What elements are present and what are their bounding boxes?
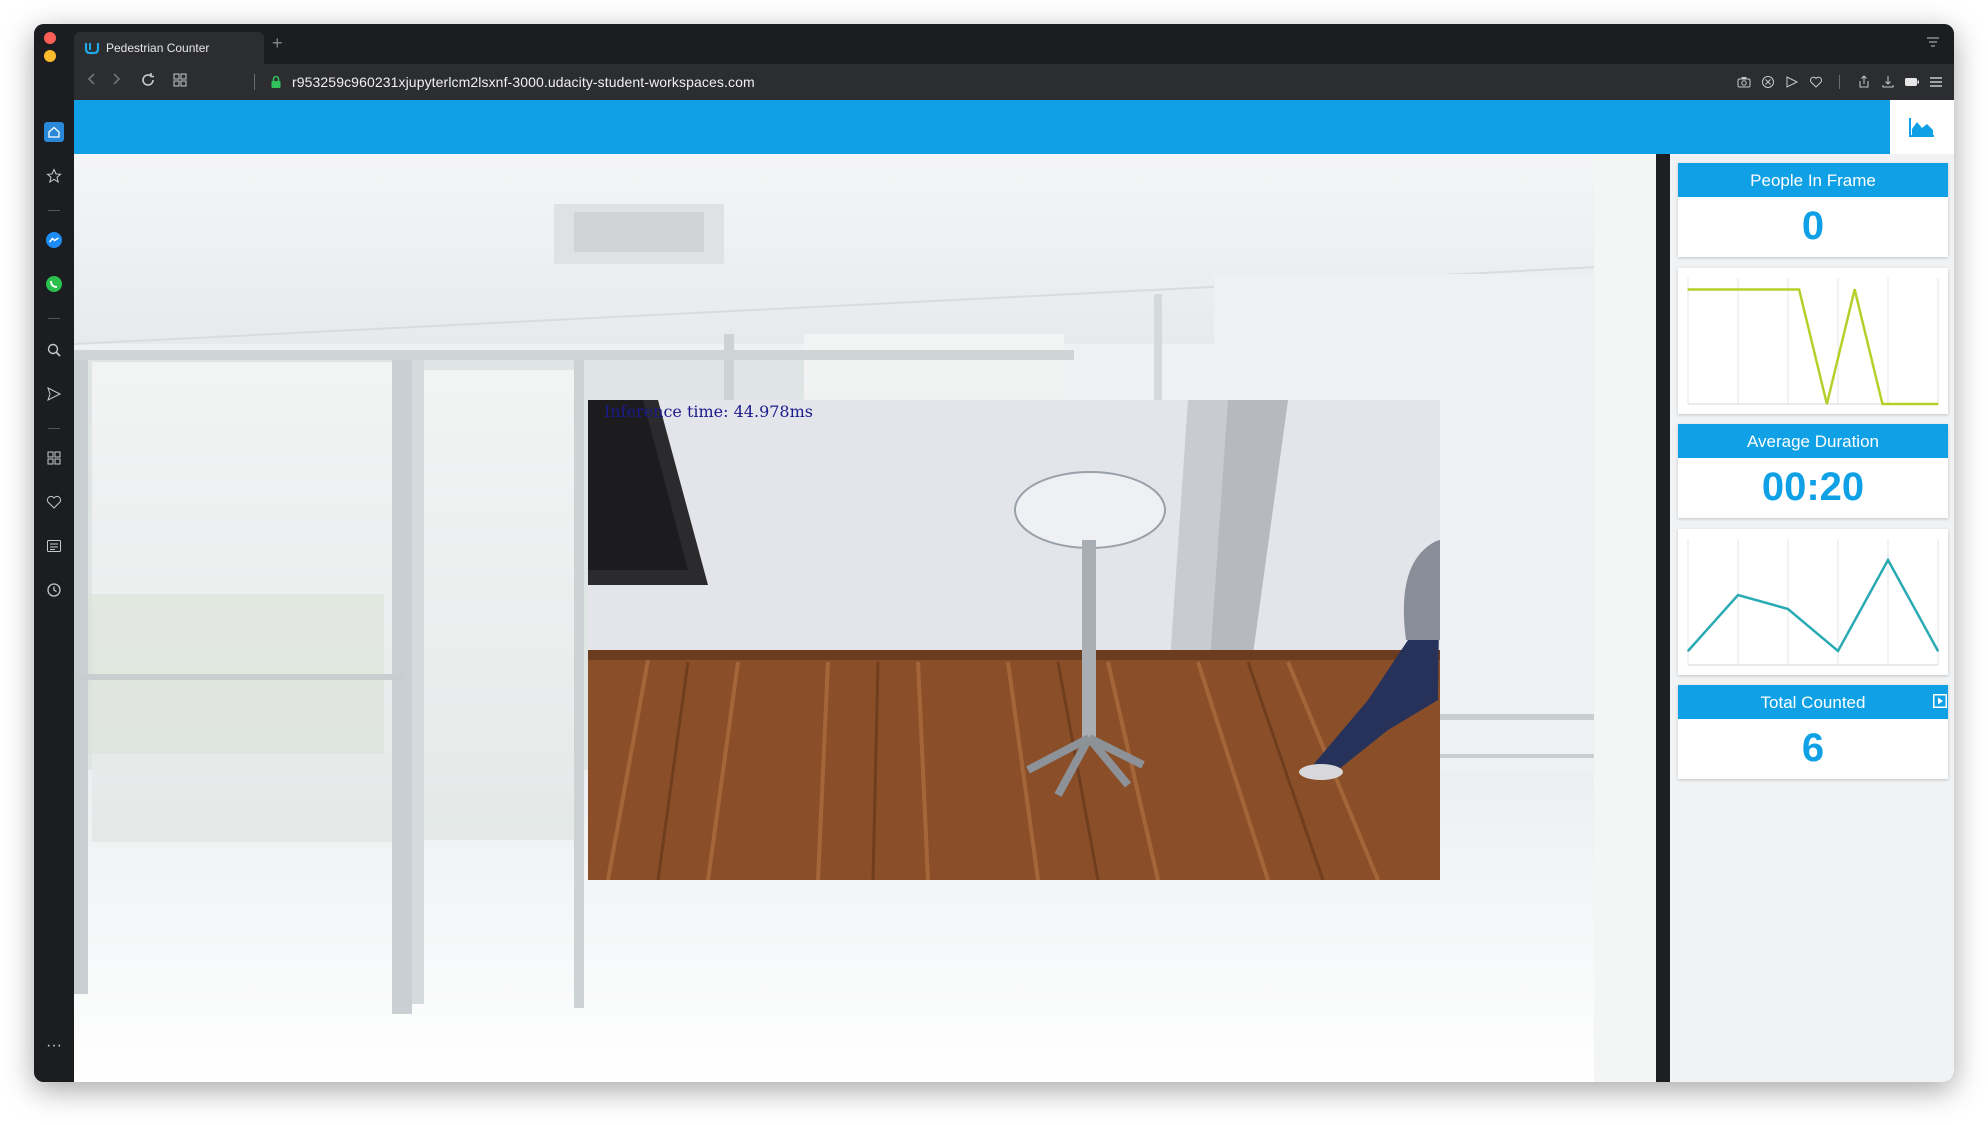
chart-data-point bbox=[1937, 403, 1939, 405]
chevron-right-icon bbox=[113, 73, 121, 85]
chevron-left-icon bbox=[87, 73, 95, 85]
app-header bbox=[74, 100, 1954, 154]
url-text[interactable]: r953259c960231xjupyterlcm2lsxnf-3000.uda… bbox=[292, 74, 755, 90]
average-duration-card: Average Duration 00:20 bbox=[1678, 424, 1948, 518]
tab-title: Pedestrian Counter bbox=[106, 41, 210, 55]
chart-data-point bbox=[1714, 288, 1717, 291]
browser-window: Pedestrian Counter + r953259c960231xjupy… bbox=[34, 24, 1954, 1082]
duration-chart bbox=[1678, 529, 1948, 675]
back-button[interactable] bbox=[82, 72, 102, 92]
stats-panel: People In Frame 0 Average Duration 00:20… bbox=[1670, 154, 1954, 1082]
address-bar: r953259c960231xjupyterlcm2lsxnf-3000.uda… bbox=[74, 64, 1954, 100]
block-icon[interactable] bbox=[1760, 74, 1776, 90]
udacity-logo-icon bbox=[84, 43, 100, 55]
people-chart bbox=[1678, 268, 1948, 414]
battery-icon[interactable] bbox=[1904, 74, 1920, 90]
page-content: Inference time: 44.978ms People In Frame… bbox=[74, 100, 1954, 1082]
camera-frame-image bbox=[588, 400, 1440, 881]
send-icon bbox=[47, 387, 62, 401]
chart-data-point bbox=[1787, 608, 1789, 610]
average-duration-value: 00:20 bbox=[1761, 465, 1865, 509]
duration-chart-svg bbox=[1687, 539, 1940, 666]
total-counted-card: Total Counted 6 bbox=[1678, 685, 1948, 779]
toolbar-right bbox=[1736, 74, 1944, 90]
grid-icon bbox=[173, 73, 187, 87]
sidebar-item-speed-dial[interactable] bbox=[44, 448, 64, 468]
share-icon[interactable] bbox=[1856, 74, 1872, 90]
chart-data-point bbox=[1909, 403, 1912, 405]
address-separator bbox=[254, 74, 255, 90]
chart-data-point bbox=[1770, 288, 1773, 291]
tab-menu-icon[interactable] bbox=[1926, 36, 1940, 48]
reload-button[interactable] bbox=[138, 72, 158, 92]
sidebar-item-flow[interactable] bbox=[44, 384, 64, 404]
sidebar-item-history[interactable] bbox=[44, 580, 64, 600]
menu-icon[interactable] bbox=[1928, 74, 1944, 90]
sidebar-item-news[interactable] bbox=[44, 536, 64, 556]
total-counted-header: Total Counted bbox=[1678, 685, 1948, 719]
browser-sidebar: ··· bbox=[34, 64, 74, 1082]
sidebar-more-button[interactable]: ··· bbox=[44, 1036, 64, 1056]
stats-toggle-button[interactable] bbox=[1890, 100, 1954, 154]
heart-icon[interactable] bbox=[1808, 74, 1824, 90]
camera-icon[interactable] bbox=[1736, 74, 1752, 90]
chart-data-point bbox=[1687, 288, 1689, 291]
inference-time-label: Inference time: 44.978ms bbox=[604, 402, 813, 421]
home-icon bbox=[48, 126, 60, 138]
messenger-icon bbox=[46, 232, 62, 248]
sidebar-divider bbox=[48, 210, 60, 211]
chart-data-point bbox=[1742, 288, 1745, 291]
sidebar-item-home[interactable] bbox=[44, 122, 64, 142]
chart-data-point bbox=[1687, 650, 1689, 652]
chart-data-point bbox=[1737, 594, 1739, 596]
chart-data-point bbox=[1837, 650, 1839, 652]
new-tab-button[interactable]: + bbox=[272, 34, 283, 52]
grid-icon bbox=[47, 451, 61, 465]
send-icon[interactable] bbox=[1784, 74, 1800, 90]
search-icon bbox=[47, 343, 61, 357]
chart-data-point bbox=[1887, 559, 1889, 561]
lock-icon bbox=[271, 75, 281, 88]
heart-icon bbox=[46, 495, 62, 509]
sidebar-item-search[interactable] bbox=[44, 340, 64, 360]
download-icon[interactable] bbox=[1880, 74, 1896, 90]
close-window-button[interactable] bbox=[44, 32, 56, 44]
chart-data-point bbox=[1826, 403, 1828, 405]
chart-series-line bbox=[1687, 557, 1940, 653]
history-icon bbox=[47, 583, 61, 597]
average-duration-label: Average Duration bbox=[1678, 424, 1948, 458]
play-icon[interactable] bbox=[1932, 693, 1948, 709]
news-icon bbox=[47, 540, 61, 552]
people-in-frame-card: People In Frame 0 bbox=[1678, 163, 1948, 257]
sidebar-divider bbox=[48, 318, 60, 319]
tab-bar: Pedestrian Counter + bbox=[34, 24, 1954, 80]
chart-data-point bbox=[1798, 288, 1800, 291]
sidebar-divider bbox=[48, 428, 60, 429]
forward-button[interactable] bbox=[106, 72, 126, 92]
star-icon bbox=[46, 168, 62, 184]
speed-dial-button[interactable] bbox=[170, 72, 190, 92]
people-chart-svg bbox=[1687, 278, 1939, 406]
chart-data-point bbox=[1937, 650, 1939, 652]
reload-icon bbox=[142, 73, 154, 86]
video-feed: Inference time: 44.978ms bbox=[588, 400, 1440, 881]
chart-series-line bbox=[1688, 288, 1938, 406]
whatsapp-icon bbox=[46, 276, 62, 292]
chart-data-point bbox=[1853, 288, 1856, 291]
total-counted-value: 6 bbox=[1801, 726, 1825, 770]
chart-icon bbox=[1909, 118, 1934, 137]
sidebar-item-favorites[interactable] bbox=[44, 492, 64, 512]
people-in-frame-label: People In Frame bbox=[1678, 163, 1948, 197]
minimize-window-button[interactable] bbox=[44, 50, 56, 62]
sidebar-item-whatsapp[interactable] bbox=[44, 274, 64, 294]
sidebar-item-bookmarks[interactable] bbox=[44, 166, 64, 186]
tab-pedestrian-counter[interactable]: Pedestrian Counter bbox=[74, 32, 264, 64]
people-in-frame-value: 0 bbox=[1801, 204, 1825, 248]
sidebar-item-messenger[interactable] bbox=[44, 230, 64, 250]
total-counted-label: Total Counted bbox=[1760, 693, 1866, 712]
chart-data-point bbox=[1881, 403, 1884, 405]
toolbar-separator bbox=[1832, 74, 1848, 90]
